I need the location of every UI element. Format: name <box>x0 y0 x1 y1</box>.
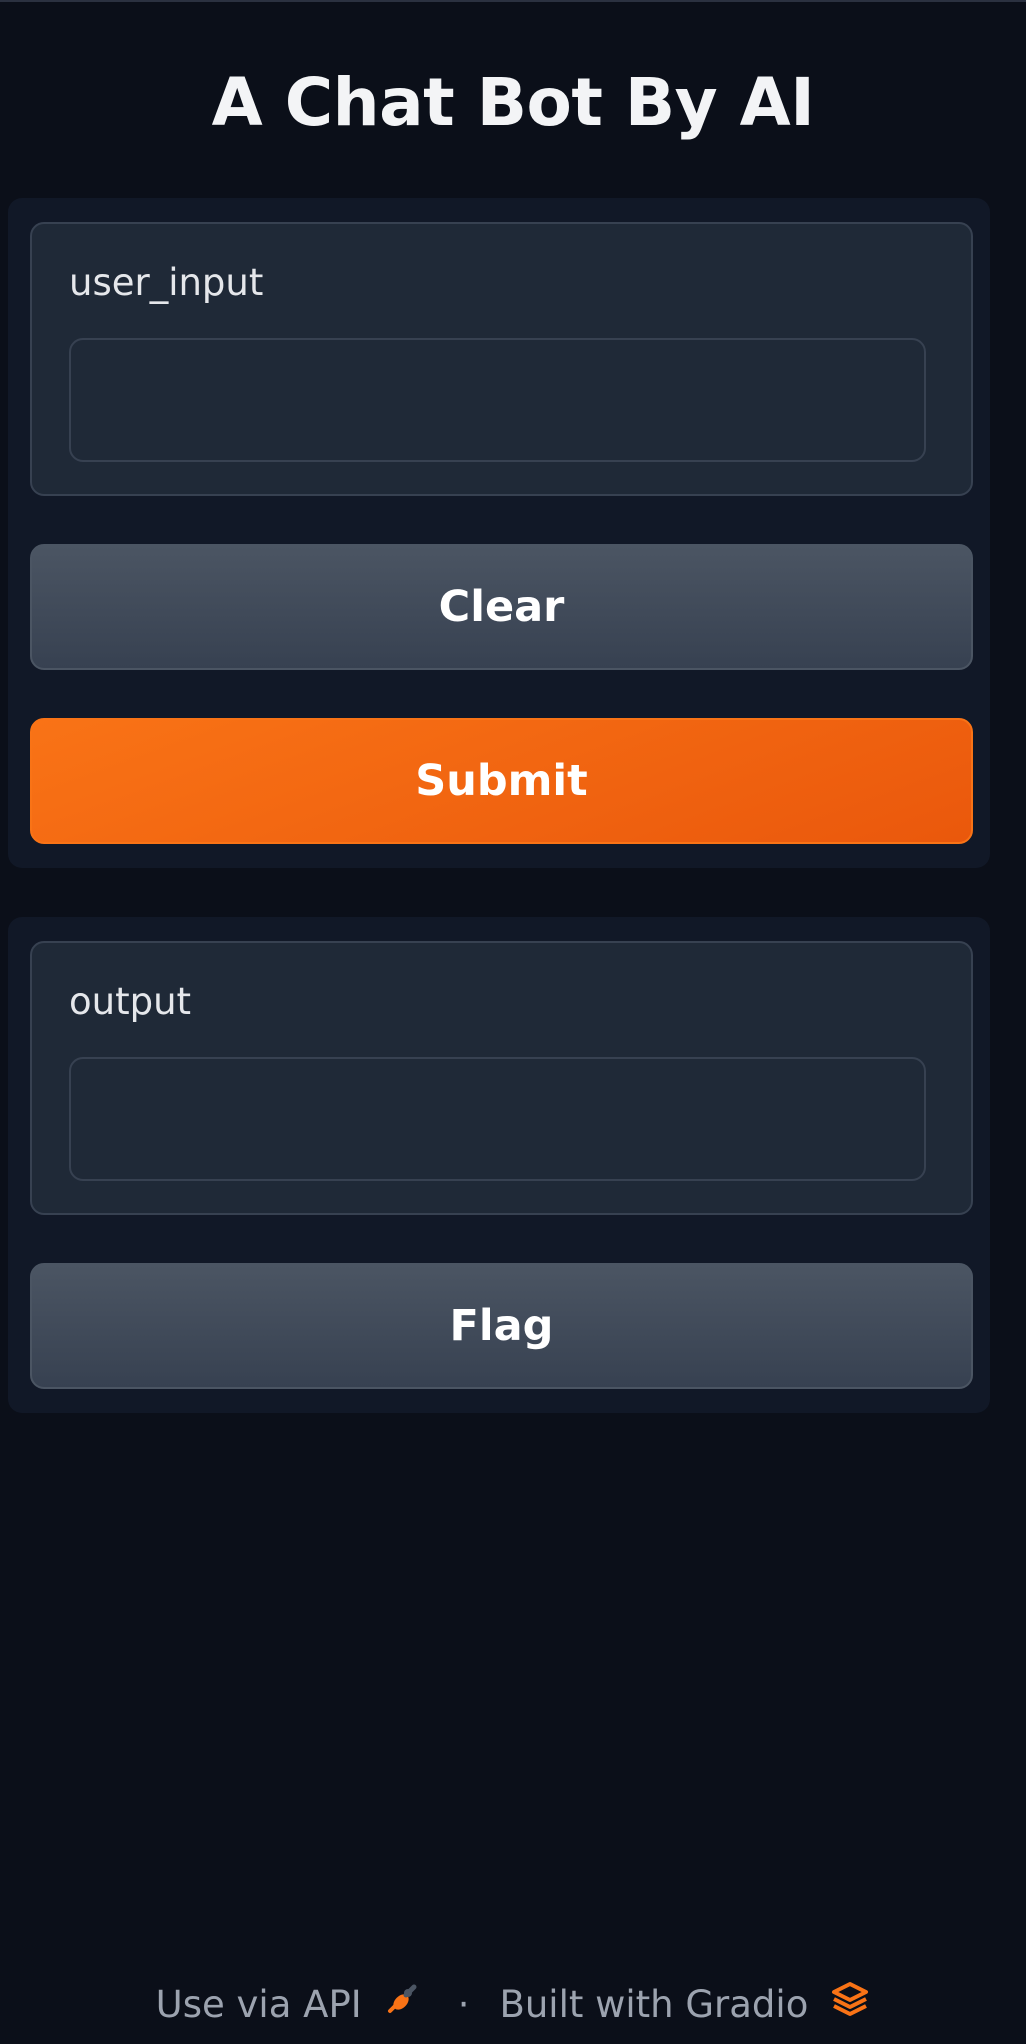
use-via-api-link[interactable]: Use via API <box>156 1980 420 2030</box>
footer: Use via API · Built with Gradio <box>0 1980 1026 2030</box>
output-label: output <box>69 980 192 1023</box>
footer-separator: · <box>457 1983 470 2026</box>
clear-button[interactable]: Clear <box>30 544 973 670</box>
rocket-icon <box>384 1980 420 2030</box>
user-input-field[interactable] <box>69 338 926 462</box>
built-with-gradio-link[interactable]: Built with Gradio <box>499 1980 870 2030</box>
output-block: output <box>30 941 973 1215</box>
output-field[interactable] <box>69 1057 926 1181</box>
use-via-api-label: Use via API <box>155 1983 362 2026</box>
user-input-label: user_input <box>69 261 264 304</box>
built-with-gradio-label: Built with Gradio <box>499 1983 809 2026</box>
app-root: A Chat Bot By AI user_input Clear Submit… <box>0 0 1026 2044</box>
flag-button[interactable]: Flag <box>30 1263 973 1389</box>
output-panel: output Flag <box>8 917 990 1413</box>
submit-button[interactable]: Submit <box>30 718 973 844</box>
gradio-logo-icon <box>830 1980 870 2030</box>
page-title: A Chat Bot By AI <box>211 64 815 141</box>
input-panel: user_input Clear Submit <box>8 198 990 868</box>
user-input-block: user_input <box>30 222 973 496</box>
